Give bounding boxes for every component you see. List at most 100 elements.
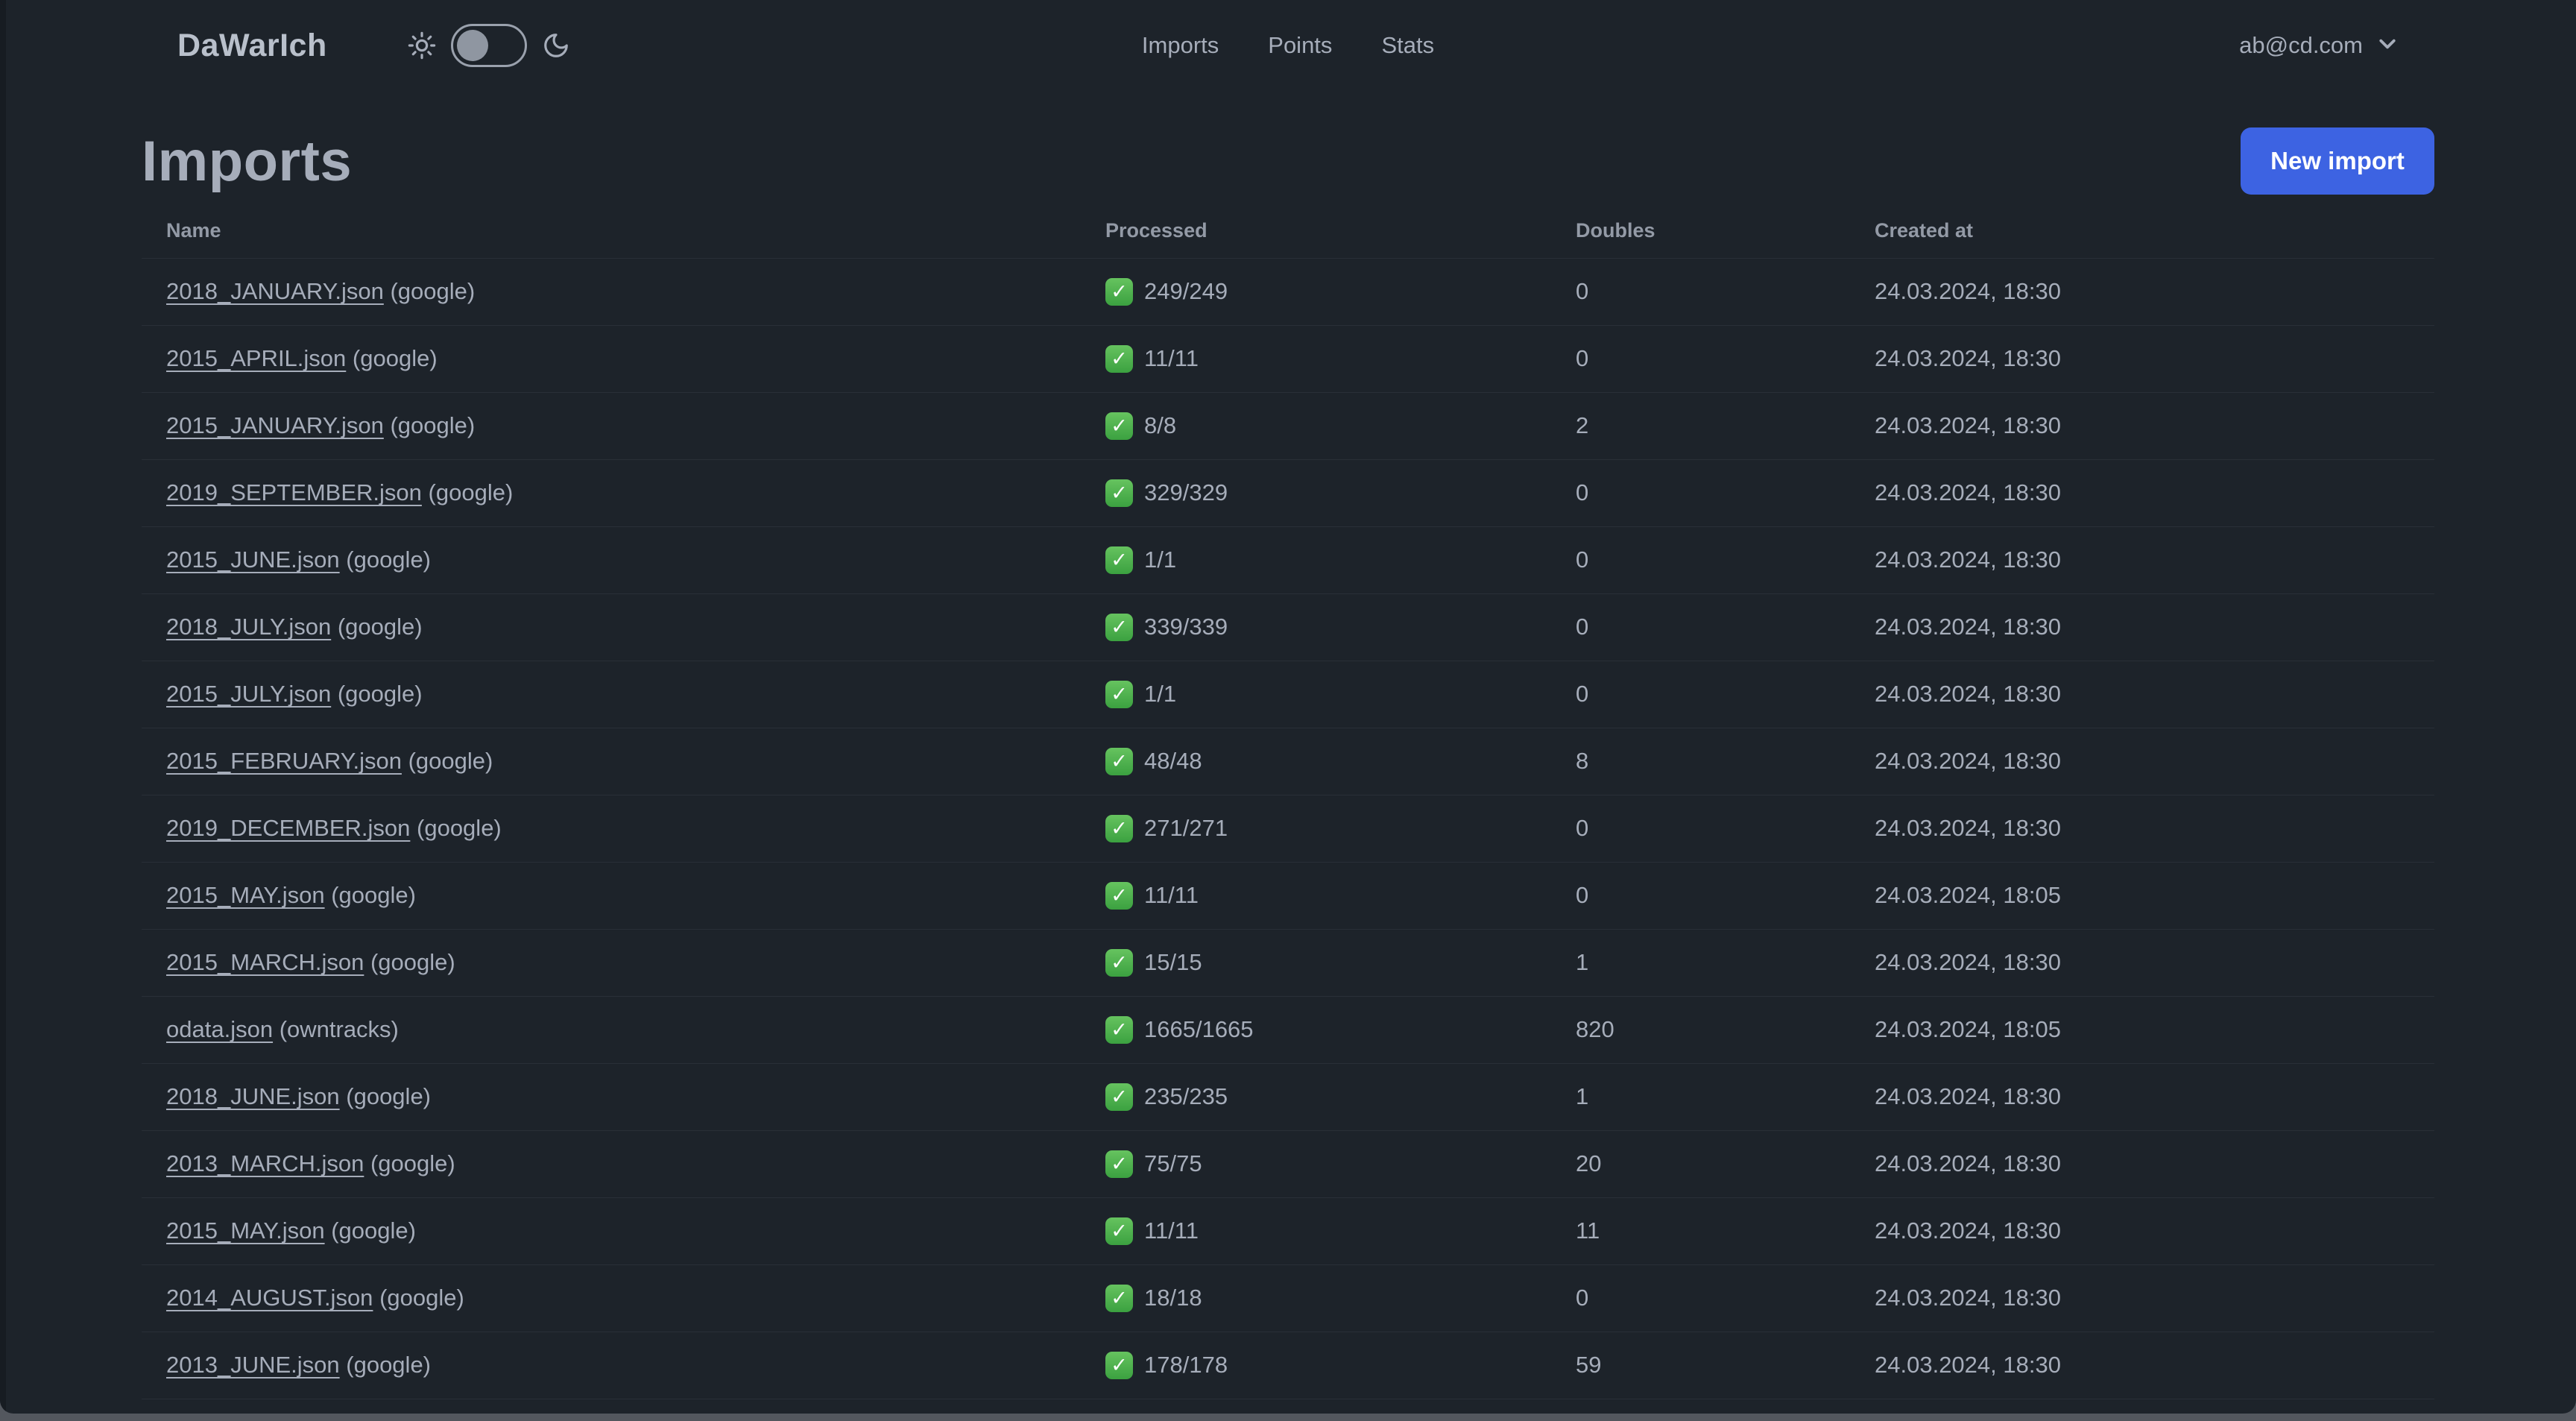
title-row: Imports New import [142, 118, 2434, 204]
table-row: 2015_JULY.json (google) 1/1 0 24.03.2024… [142, 661, 2434, 728]
processed-count: 329/329 [1144, 479, 1228, 505]
import-source-label: (google) [390, 278, 476, 304]
import-file-link[interactable]: 2015_JULY.json [166, 681, 331, 707]
processed-count: 1/1 [1144, 681, 1177, 707]
created-at: 24.03.2024, 18:30 [1875, 1217, 2061, 1244]
success-check-icon [1105, 479, 1133, 507]
import-file-link[interactable]: 2015_MARCH.json [166, 949, 364, 975]
import-file-link[interactable]: 2015_APRIL.json [166, 345, 346, 371]
import-source-label: (owntracks) [279, 1016, 399, 1042]
nav-link-points[interactable]: Points [1268, 32, 1332, 59]
import-source-label: (google) [417, 815, 502, 841]
app-logo[interactable]: DaWarIch [177, 28, 327, 64]
column-header-processed: Processed [1105, 219, 1208, 242]
created-at: 24.03.2024, 18:05 [1875, 1016, 2061, 1042]
new-import-button[interactable]: New import [2241, 127, 2434, 195]
nav-link-imports[interactable]: Imports [1142, 32, 1219, 59]
navbar: DaWarIch Imports Points Stats ab@cd.com [0, 0, 2576, 91]
doubles-count: 0 [1576, 1285, 1589, 1311]
created-at: 24.03.2024, 18:30 [1875, 815, 2061, 841]
doubles-count: 0 [1576, 882, 1589, 908]
main-content: Imports New import Name Processed Double… [0, 118, 2576, 1414]
created-at: 24.03.2024, 18:30 [1875, 1352, 2061, 1378]
created-at: 24.03.2024, 18:30 [1875, 1285, 2061, 1311]
success-check-icon [1105, 1015, 1133, 1044]
chevron-down-icon [2376, 33, 2399, 59]
import-source-label: (google) [346, 1352, 432, 1378]
success-check-icon [1105, 277, 1133, 306]
doubles-count: 0 [1576, 614, 1589, 640]
import-file-link[interactable]: odata.json [166, 1016, 273, 1042]
table-row: 2015_APRIL.json (google) 11/11 0 24.03.2… [142, 325, 2434, 392]
import-file-link[interactable]: 2018_JUNE.json [166, 1083, 340, 1109]
user-email: ab@cd.com [2239, 32, 2363, 58]
processed-count: 75/75 [1144, 1150, 1202, 1176]
table-row: 2018_JANUARY.json (google) 249/249 0 24.… [142, 258, 2434, 325]
table-row: 2015_MARCH.json (google) 15/15 1 24.03.2… [142, 929, 2434, 996]
doubles-count: 1 [1576, 1083, 1589, 1109]
import-file-link[interactable]: 2018_JULY.json [166, 614, 331, 640]
processed-count: 271/271 [1144, 815, 1228, 841]
table-row: 2019_SEPTEMBER.json (google) 329/329 0 2… [142, 459, 2434, 526]
import-source-label: (google) [379, 1285, 464, 1311]
doubles-count: 0 [1576, 345, 1589, 371]
created-at: 24.03.2024, 18:30 [1875, 1150, 2061, 1176]
import-file-link[interactable]: 2015_JANUARY.json [166, 412, 384, 438]
success-check-icon [1105, 412, 1133, 440]
processed-count: 48/48 [1144, 748, 1202, 774]
import-file-link[interactable]: 2015_MAY.json [166, 1217, 325, 1244]
table-row: 2019_DECEMBER.json (google) 271/271 0 24… [142, 795, 2434, 862]
success-check-icon [1105, 344, 1133, 373]
doubles-count: 11 [1576, 1217, 1600, 1244]
processed-count: 8/8 [1144, 412, 1177, 438]
import-file-link[interactable]: 2015_JUNE.json [166, 546, 340, 573]
table-row: odata.json (owntracks) 1665/1665 820 24.… [142, 996, 2434, 1063]
user-menu[interactable]: ab@cd.com [2239, 32, 2399, 59]
table-row: 2018_JUNE.json (google) 235/235 1 24.03.… [142, 1063, 2434, 1130]
import-file-link[interactable]: 2018_JANUARY.json [166, 278, 384, 304]
processed-count: 235/235 [1144, 1083, 1228, 1109]
success-check-icon [1105, 747, 1133, 775]
doubles-count: 0 [1576, 815, 1589, 841]
success-check-icon [1105, 546, 1133, 574]
import-source-label: (google) [337, 681, 423, 707]
theme-toggle-switch[interactable] [450, 24, 527, 67]
processed-count: 339/339 [1144, 614, 1228, 640]
processed-count: 15/15 [1144, 949, 1202, 975]
import-source-label: (google) [346, 546, 432, 573]
import-file-link[interactable]: 2014_AUGUST.json [166, 1285, 373, 1311]
column-header-doubles: Doubles [1576, 219, 1655, 242]
doubles-count: 8 [1576, 748, 1589, 774]
import-source-label: (google) [370, 1150, 455, 1176]
success-check-icon [1105, 1217, 1133, 1245]
import-source-label: (google) [337, 614, 423, 640]
created-at: 24.03.2024, 18:05 [1875, 882, 2061, 908]
table-row: 2015_JUNE.json (google) 1/1 0 24.03.2024… [142, 526, 2434, 593]
import-file-link[interactable]: 2015_FEBRUARY.json [166, 748, 402, 774]
success-check-icon [1105, 1351, 1133, 1379]
import-file-link[interactable]: 2019_SEPTEMBER.json [166, 479, 422, 505]
table-row: 2013_JUNE.json (google) 178/178 59 24.03… [142, 1332, 2434, 1399]
created-at: 24.03.2024, 18:30 [1875, 412, 2061, 438]
import-file-link[interactable]: 2015_MAY.json [166, 882, 325, 908]
import-file-link[interactable]: 2013_JUNE.json [166, 1352, 340, 1378]
table-row: 2013_MARCH.json (google) 75/75 20 24.03.… [142, 1130, 2434, 1197]
success-check-icon [1105, 1083, 1133, 1111]
theme-toggle-group [408, 24, 570, 67]
processed-count: 178/178 [1144, 1352, 1228, 1378]
nav-link-stats[interactable]: Stats [1381, 32, 1434, 59]
moon-icon [542, 31, 570, 60]
doubles-count: 2 [1576, 412, 1589, 438]
processed-count: 11/11 [1144, 882, 1199, 908]
import-file-link[interactable]: 2013_MARCH.json [166, 1150, 364, 1176]
table-row: 2014_AUGUST.json (google) 18/18 0 24.03.… [142, 1264, 2434, 1332]
app-window: DaWarIch Imports Points Stats ab@cd.com … [0, 0, 2576, 1414]
table-row: 2015_MAY.json (google) 11/11 11 24.03.20… [142, 1197, 2434, 1264]
success-check-icon [1105, 881, 1133, 910]
table-row: 2015_FEBRUARY.json (google) 48/48 8 24.0… [142, 728, 2434, 795]
theme-toggle-knob [456, 30, 488, 61]
doubles-count: 1 [1576, 949, 1589, 975]
doubles-count: 59 [1576, 1352, 1602, 1378]
table-row: 2018_JULY.json (google) 339/339 0 24.03.… [142, 593, 2434, 661]
import-file-link[interactable]: 2019_DECEMBER.json [166, 815, 410, 841]
